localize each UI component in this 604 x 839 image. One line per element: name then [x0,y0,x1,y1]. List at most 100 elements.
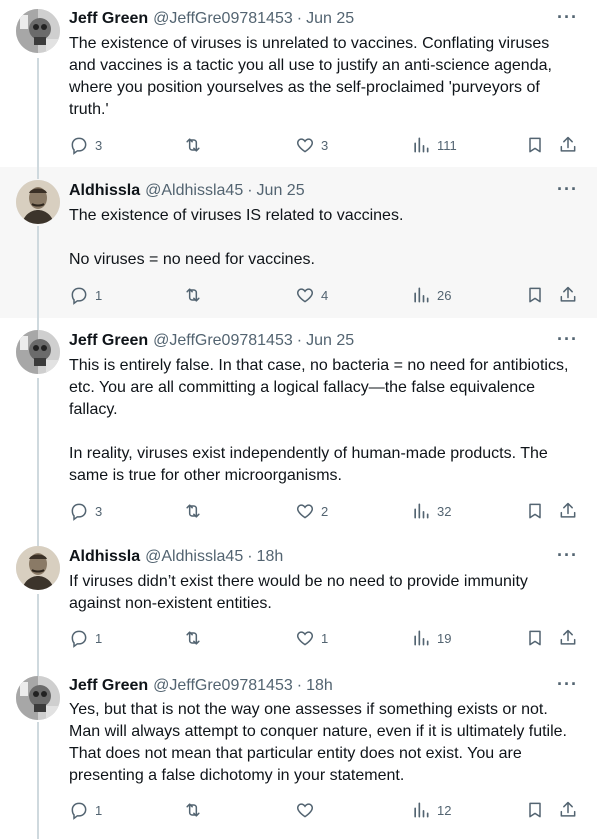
share-button[interactable] [558,627,578,649]
author-name[interactable]: Jeff Green [69,677,148,695]
avatar-jeff-green[interactable] [16,9,60,53]
views-chart-icon [414,802,429,818]
like-button[interactable]: 2 [295,500,328,522]
views-button[interactable]: 32 [411,500,451,522]
tweet-text: The existence of viruses IS related to v… [69,207,404,268]
reply-count: 3 [95,137,103,153]
timestamp[interactable]: Jun 25 [257,182,305,200]
author-handle[interactable]: @JeffGre09781453 [153,677,293,695]
share-button[interactable] [558,284,578,306]
timestamp[interactable]: 18h [306,677,333,695]
thread-connector-4 [37,318,39,330]
views-chart-icon [414,630,429,646]
avatar-aldhissla[interactable] [16,180,60,224]
reply-count: 1 [95,802,103,818]
author-name[interactable]: Jeff Green [69,10,148,28]
share-button[interactable] [558,134,578,156]
reply-count: 1 [95,287,103,303]
author-name[interactable]: Aldhissla [69,548,140,566]
views-button[interactable]: 111 [411,134,457,156]
skull-collage-avatar-icon [16,676,60,720]
timestamp[interactable]: 18h [257,548,284,566]
reply-button[interactable]: 1 [69,799,102,821]
like-button[interactable]: 1 [295,627,328,649]
author-name[interactable]: Aldhissla [69,182,140,200]
tweet-text: The existence of viruses is unrelated to… [69,35,552,118]
share-icon [560,286,576,302]
more-options-icon[interactable]: ··· [557,179,578,200]
reply-button[interactable]: 1 [69,284,102,306]
repost-icon [186,138,200,152]
author-name[interactable]: Jeff Green [69,332,148,350]
repost-button[interactable] [183,500,203,522]
author-handle[interactable]: @Aldhissla45 [145,182,243,200]
share-icon [560,801,576,817]
like-button[interactable]: 4 [295,284,328,306]
reply-icon [71,630,87,648]
avatar-jeff-green[interactable] [16,330,60,374]
repost-icon [186,288,200,302]
share-icon [560,502,576,518]
repost-icon [186,631,200,645]
reply-icon [71,802,87,820]
reply-button[interactable]: 3 [69,500,102,522]
views-button[interactable]: 19 [411,627,451,649]
tweet-actions: 1 1 19 [69,627,579,649]
repost-button[interactable] [183,284,203,306]
tweet-actions: 3 2 32 [69,500,579,522]
share-button[interactable] [558,500,578,522]
thread-connector-2 [37,167,39,179]
separator-dot: · [296,10,303,27]
bookmark-icon [529,630,541,646]
bookmark-button[interactable] [525,134,545,156]
reply-button[interactable]: 3 [69,134,102,156]
repost-button[interactable] [183,799,203,821]
author-handle[interactable]: @JeffGre09781453 [153,332,293,350]
separator-dot: · [247,548,253,565]
more-options-icon[interactable]: ··· [557,329,578,350]
view-count: 26 [437,287,452,303]
timestamp[interactable]: Jun 25 [306,10,354,28]
tweet-actions: 3 3 111 [69,134,579,156]
more-options-icon[interactable]: ··· [557,545,578,566]
timestamp[interactable]: Jun 25 [306,332,354,350]
author-handle[interactable]: @JeffGre09781453 [153,10,293,28]
like-button[interactable] [295,799,321,821]
like-count: 1 [321,630,329,646]
bookmark-icon [529,802,541,818]
more-options-icon[interactable]: ··· [557,674,578,695]
heart-icon [296,288,314,303]
repost-icon [186,504,200,518]
views-chart-icon [414,137,429,153]
bookmark-button[interactable] [525,627,545,649]
bookmark-button[interactable] [525,799,545,821]
bookmark-button[interactable] [525,500,545,522]
bookmark-icon [529,503,541,519]
thread-connector-1 [37,58,39,167]
tweet-actions: 1 4 26 [69,284,579,306]
repost-button[interactable] [183,134,203,156]
avatar-jeff-green[interactable] [16,676,60,720]
like-count: 3 [321,137,329,153]
bookmark-icon [529,137,541,153]
thread-connector-9 [37,722,39,839]
views-button[interactable]: 12 [411,799,451,821]
thread-connector-8 [37,664,39,676]
share-icon [560,629,576,645]
views-button[interactable]: 26 [411,284,451,306]
views-chart-icon [414,287,429,303]
like-button[interactable]: 3 [295,134,328,156]
heart-icon [296,504,314,519]
share-button[interactable] [558,799,578,821]
tweet-header: Jeff Green @JeffGre09781453 · Jun 25 ··· [69,7,584,30]
repost-button[interactable] [183,627,203,649]
reply-button[interactable]: 1 [69,627,102,649]
scrollbar-track[interactable] [597,0,604,839]
thread-connector-7 [37,594,39,664]
avatar-aldhissla[interactable] [16,546,60,590]
author-handle[interactable]: @Aldhissla45 [145,548,243,566]
more-options-icon[interactable]: ··· [557,7,578,28]
bookmark-button[interactable] [525,284,545,306]
separator-dot: · [296,677,303,694]
reply-count: 3 [95,503,103,519]
